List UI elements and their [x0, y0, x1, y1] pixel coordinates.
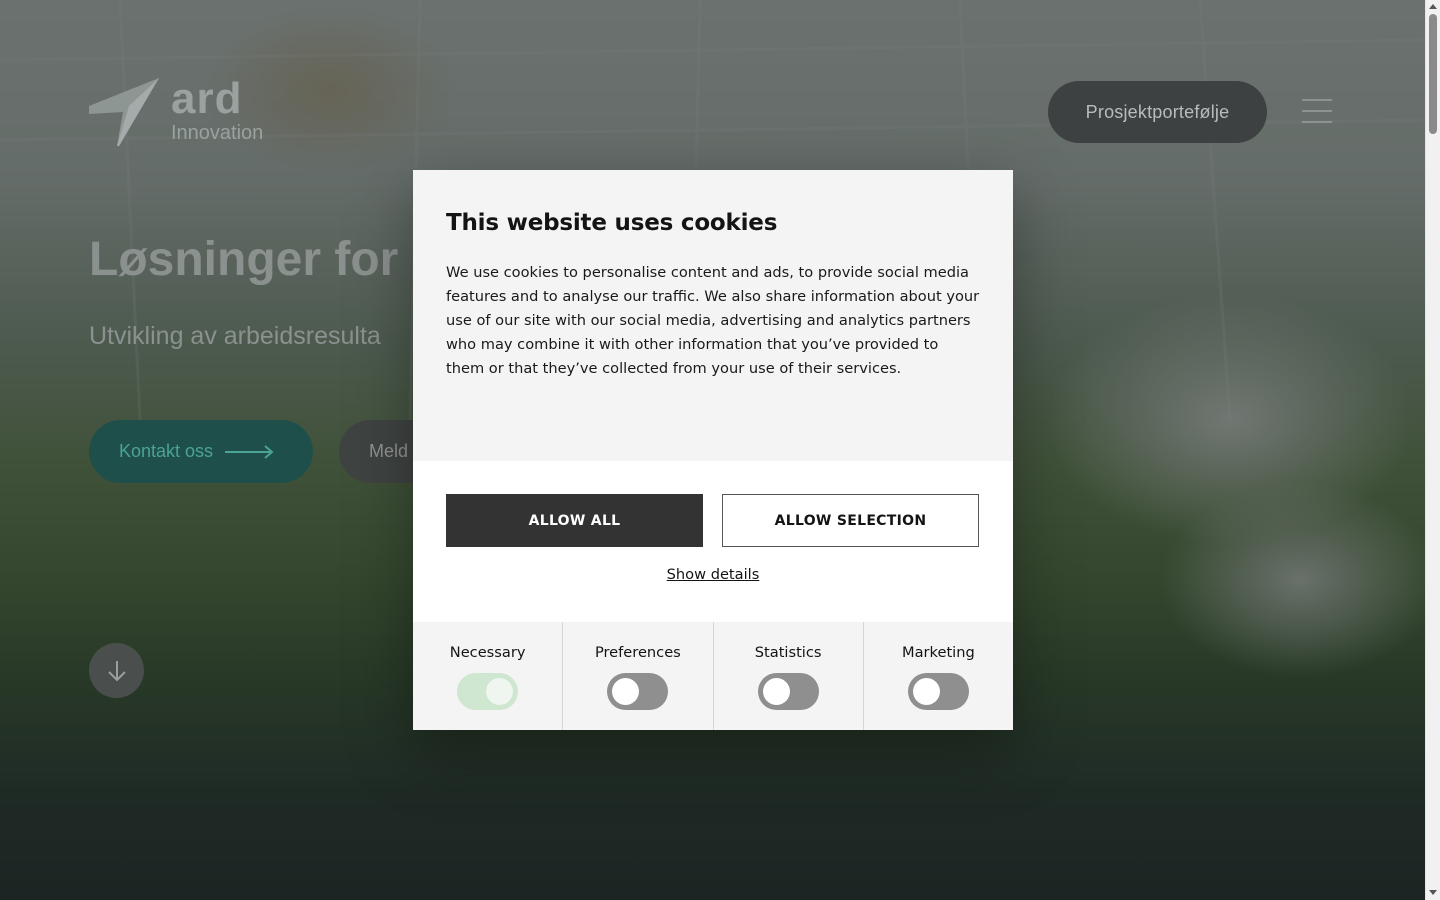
cookie-dialog-text: We use cookies to personalise content an…	[446, 264, 980, 377]
cookie-categories: Necessary Preferences Statistics Marketi…	[413, 622, 1013, 730]
hero-subtitle: Utvikling av arbeidsresulta	[89, 322, 381, 350]
scroll-down-button[interactable]	[89, 643, 144, 698]
hamburger-menu-icon[interactable]	[1302, 99, 1332, 123]
category-preferences: Preferences	[563, 622, 714, 730]
site-logo[interactable]: ard Innovation	[89, 76, 263, 148]
category-label: Statistics	[754, 644, 822, 661]
necessary-toggle	[457, 673, 519, 710]
scroll-up-arrow-icon[interactable]	[1429, 4, 1437, 9]
show-details-link[interactable]: Show details	[413, 566, 1013, 583]
scrollbar-thumb[interactable]	[1429, 14, 1437, 134]
category-statistics: Statistics	[714, 622, 864, 730]
category-necessary: Necessary	[413, 622, 564, 730]
logo-wordmark: ard	[171, 74, 243, 123]
category-label: Necessary	[449, 644, 526, 661]
cookie-consent-dialog: This website uses cookies We use cookies…	[413, 170, 1013, 730]
cookie-actions: ALLOW ALL ALLOW SELECTION Show details	[413, 461, 1013, 622]
category-label: Marketing	[902, 644, 975, 661]
arrow-down-icon	[107, 660, 126, 681]
arrow-right-icon	[225, 444, 274, 459]
leaf-logo-icon	[89, 78, 159, 146]
cookie-dialog-title: This website uses cookies	[446, 210, 778, 236]
scroll-down-arrow-icon[interactable]	[1429, 890, 1437, 895]
category-marketing: Marketing	[864, 622, 1013, 730]
cookie-dialog-header: This website uses cookies We use cookies…	[413, 170, 1013, 461]
marketing-toggle[interactable]	[907, 673, 969, 710]
hero-title: Løsninger for	[89, 233, 399, 286]
allow-selection-button[interactable]: ALLOW SELECTION	[722, 494, 979, 547]
signup-button-label: Meld	[369, 441, 409, 461]
logo-subtitle: Innovation	[171, 122, 264, 144]
preferences-toggle[interactable]	[607, 673, 669, 710]
statistics-toggle[interactable]	[757, 673, 819, 710]
portfolio-button[interactable]: Prosjektportefølje	[1048, 81, 1267, 143]
contact-button[interactable]: Kontakt oss	[89, 420, 313, 483]
category-label: Preferences	[594, 644, 681, 661]
allow-all-button[interactable]: ALLOW ALL	[446, 494, 703, 547]
contact-button-label: Kontakt oss	[119, 441, 214, 461]
page-scrollbar[interactable]	[1425, 0, 1440, 900]
